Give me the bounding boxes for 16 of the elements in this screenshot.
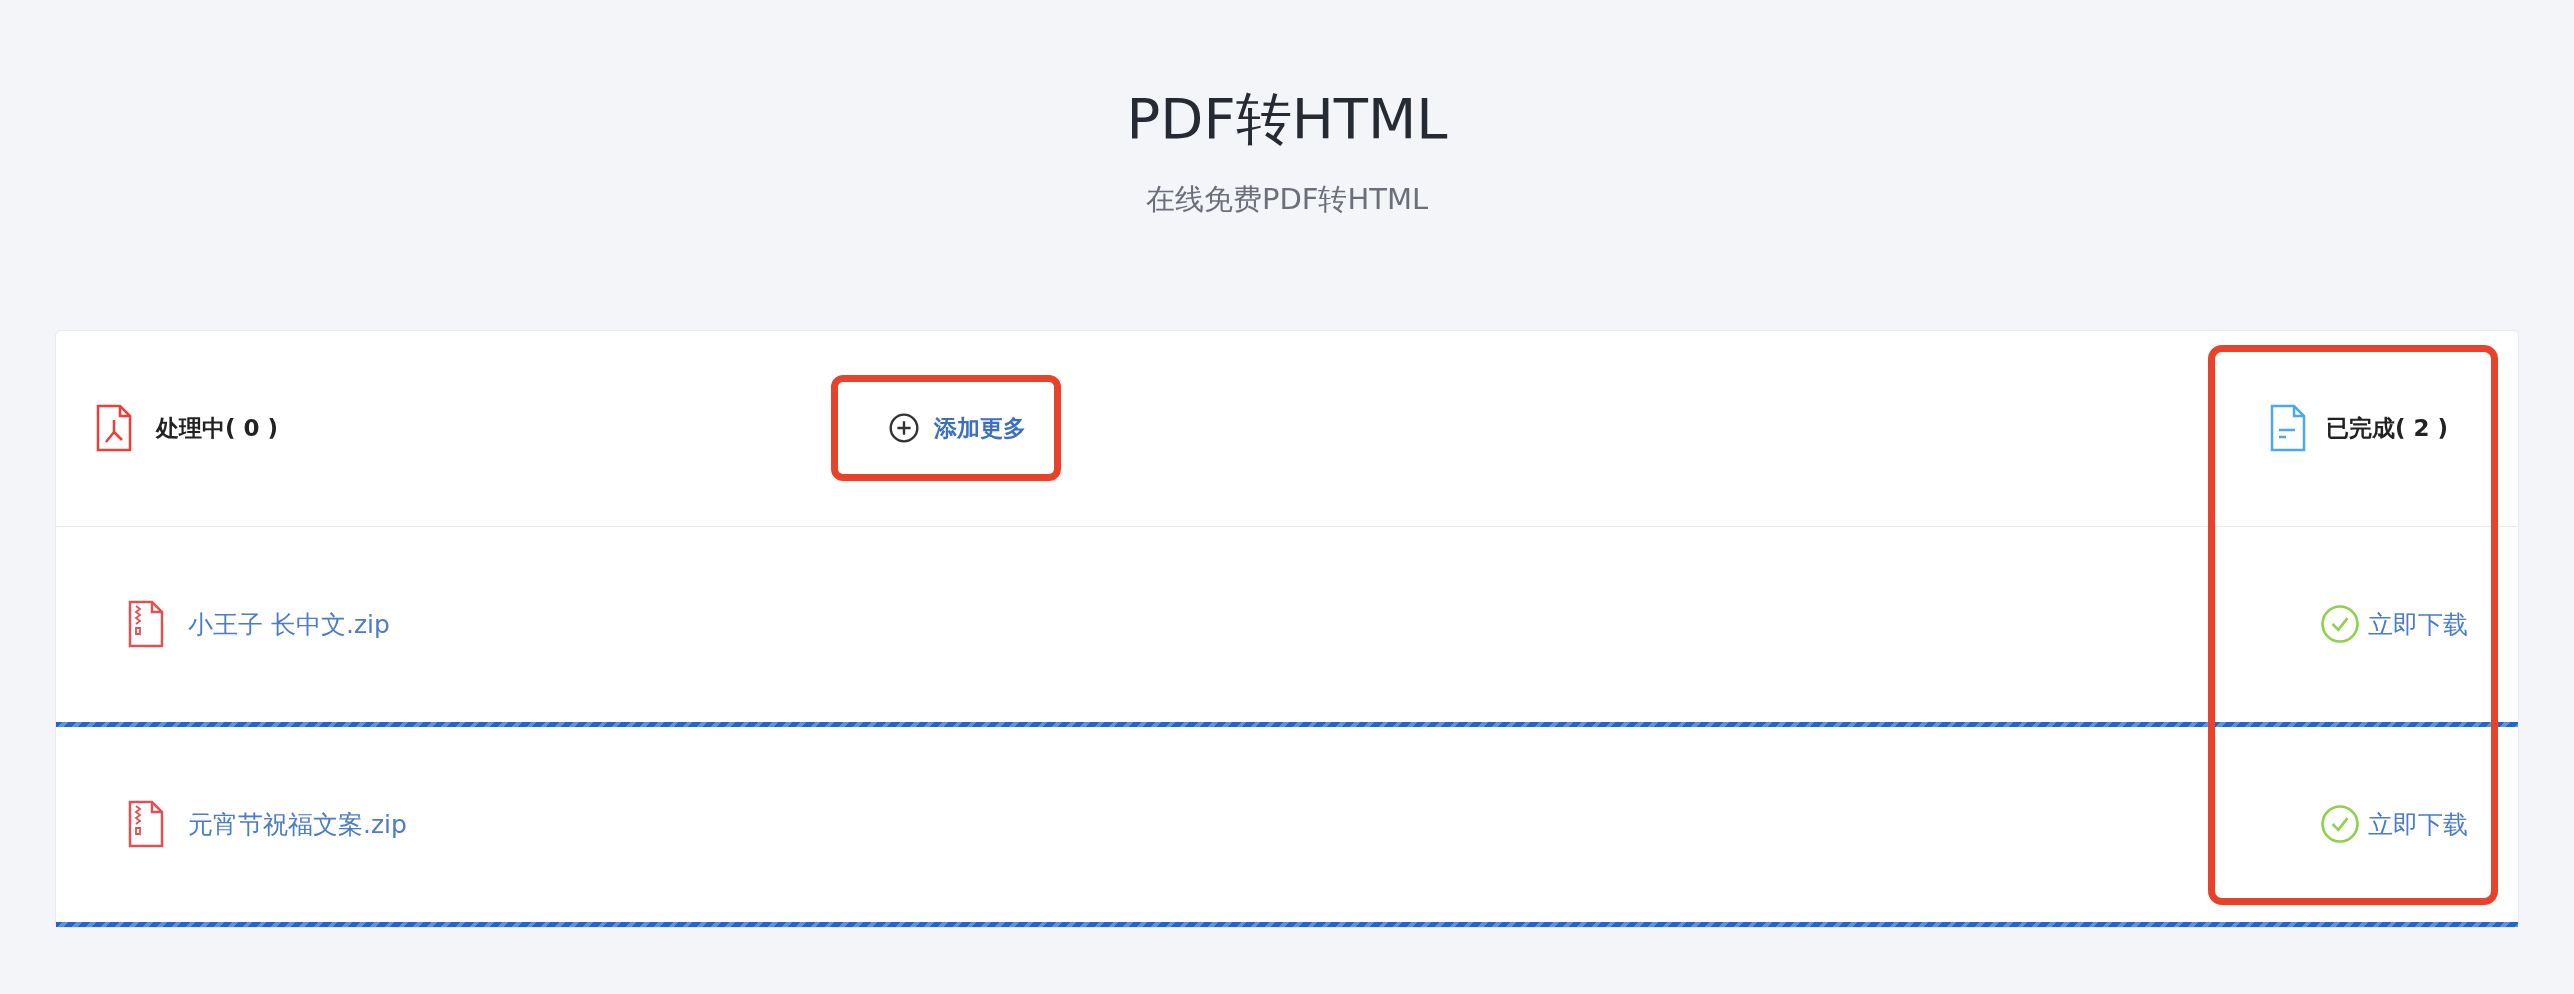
file-name-link[interactable]: 元宵节祝福文案.zip xyxy=(188,807,407,841)
add-more-button[interactable]: 添加更多 xyxy=(888,412,1026,445)
download-link[interactable]: 立即下载 xyxy=(2320,604,2468,645)
download-link[interactable]: 立即下载 xyxy=(2320,804,2468,845)
check-circle-icon xyxy=(2320,604,2360,645)
page-title: PDF转HTML xyxy=(1126,88,1448,150)
pdf-file-icon xyxy=(96,403,132,454)
zip-file-icon xyxy=(128,799,164,850)
processing-label: 处理中( 0 ) xyxy=(156,413,279,443)
completed-label: 已完成( 2 ) xyxy=(2325,413,2448,443)
zip-file-icon xyxy=(128,599,164,650)
document-icon xyxy=(2269,403,2306,454)
plus-circle-icon xyxy=(888,412,920,445)
check-circle-icon xyxy=(2320,804,2360,845)
page-subtitle: 在线免费PDF转HTML xyxy=(1145,180,1429,218)
file-name-link[interactable]: 小王子 长中文.zip xyxy=(188,607,390,641)
